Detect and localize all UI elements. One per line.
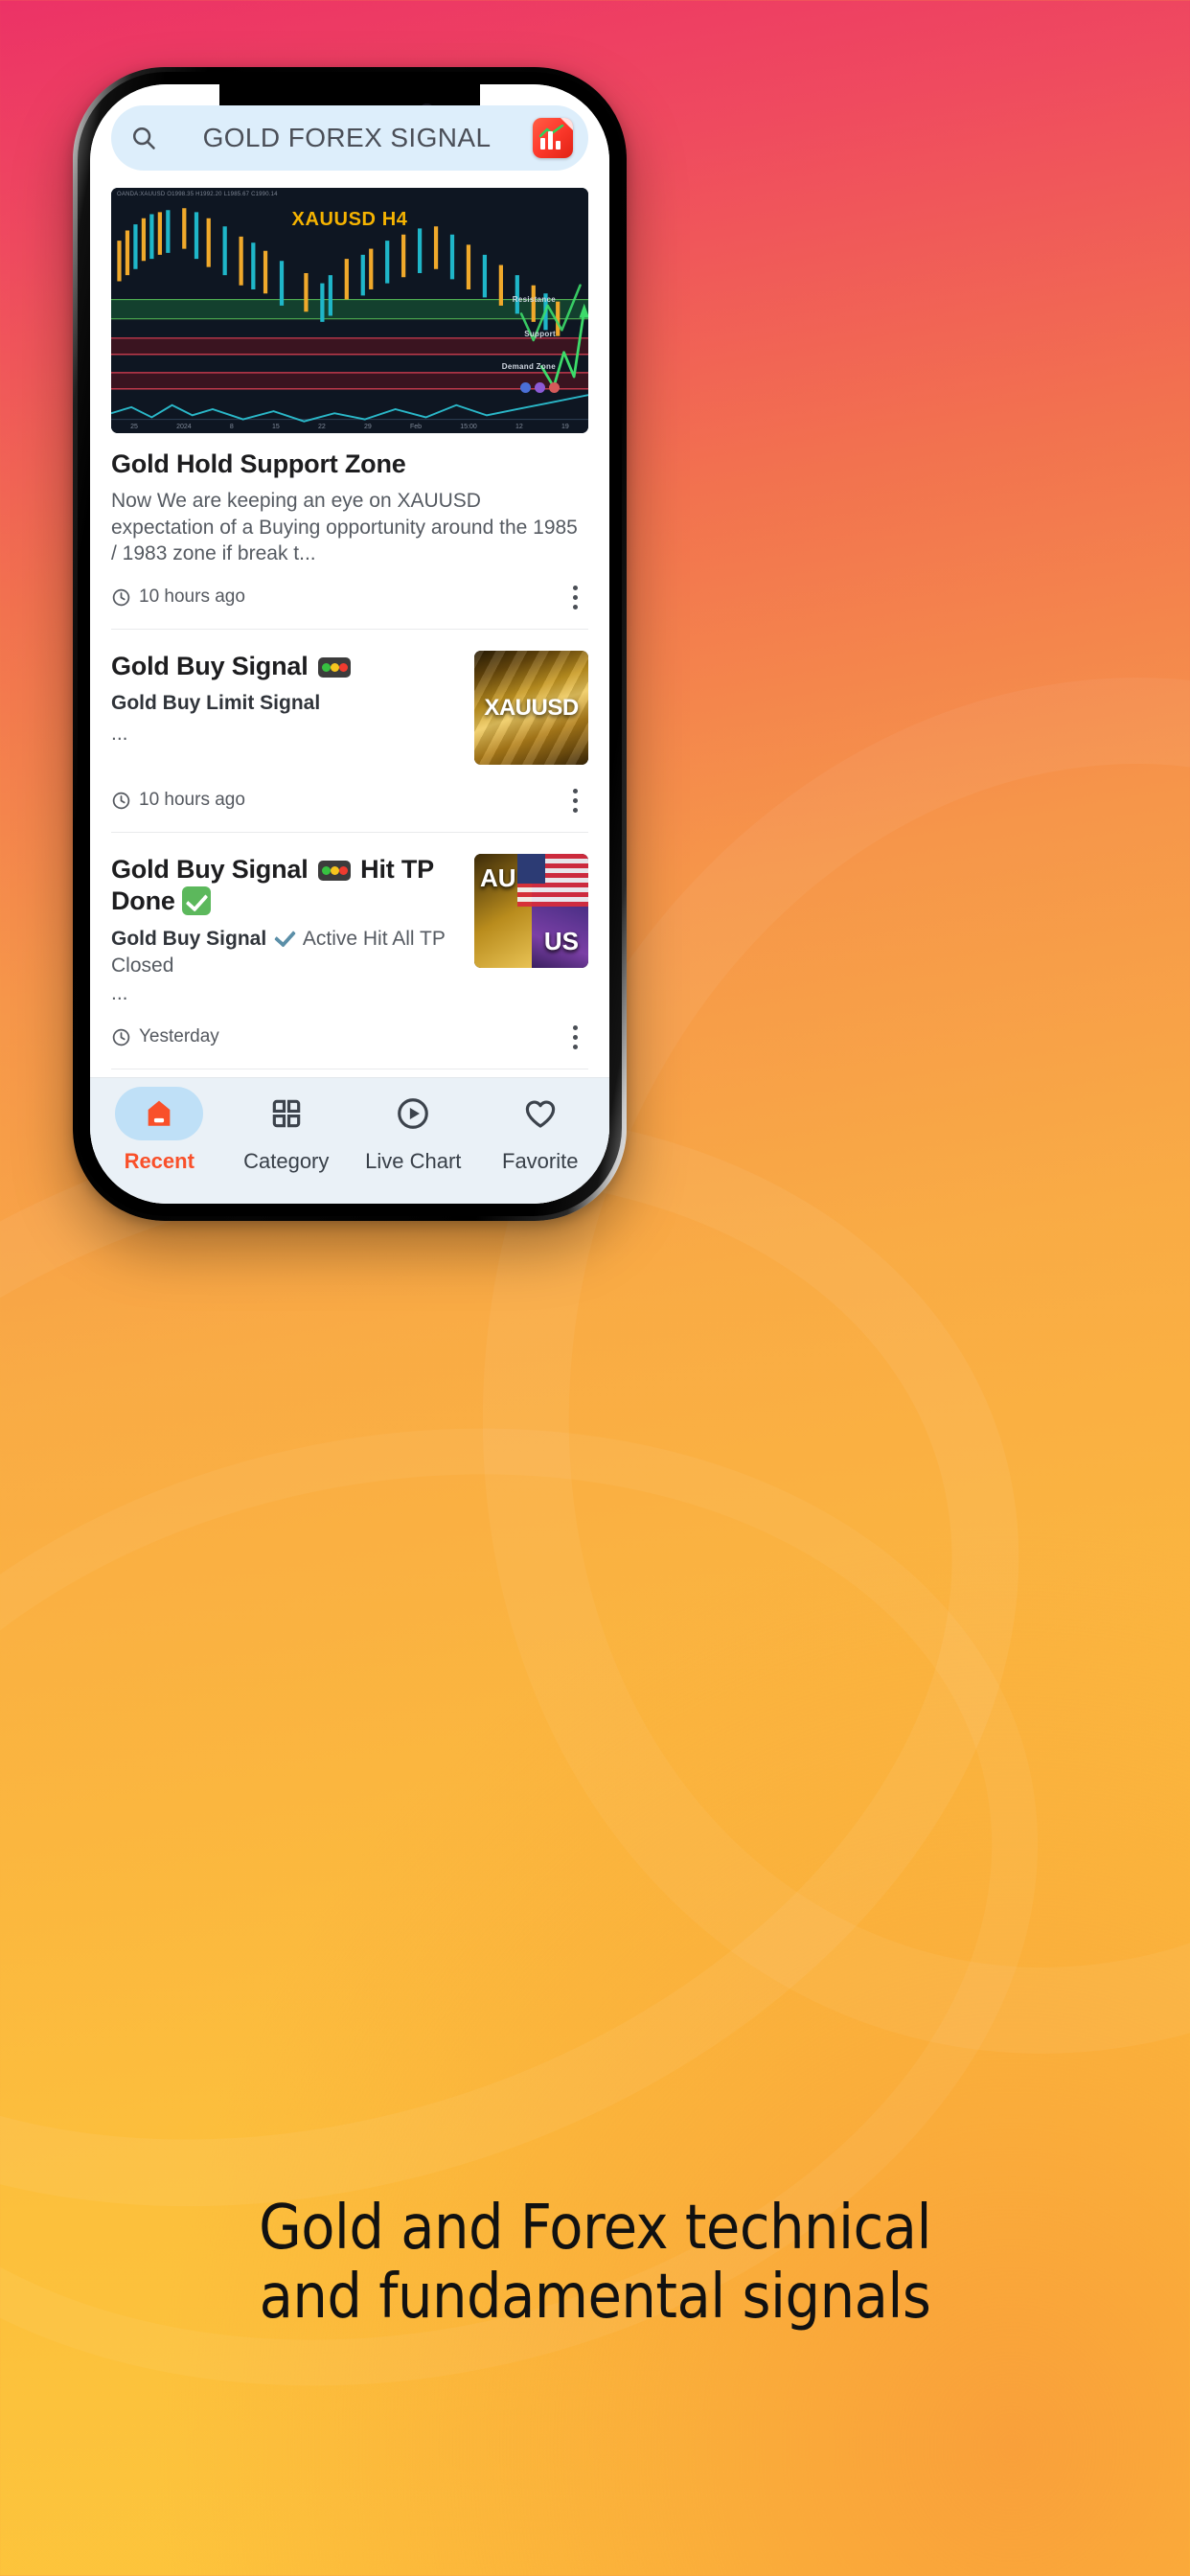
axis-tick: 12 bbox=[515, 424, 523, 430]
app-container: GOLD FOREX SIGNAL OANDA:XAUUSD O1998.35 … bbox=[90, 84, 609, 1204]
traffic-light-icon bbox=[317, 861, 351, 882]
heart-icon bbox=[525, 1100, 555, 1128]
nav-label-live-chart: Live Chart bbox=[365, 1149, 462, 1173]
clock-icon bbox=[112, 1028, 130, 1046]
nav-icon-wrap bbox=[522, 1087, 559, 1140]
snippet-strong-text: Gold Buy Signal bbox=[111, 927, 267, 950]
axis-tick: 15:00 bbox=[460, 424, 477, 430]
nav-item-recent[interactable]: Recent bbox=[96, 1087, 223, 1174]
nav-icon-wrap bbox=[395, 1087, 431, 1140]
article-text-column: Gold Buy Signal Hit TP Done Gold Buy Sig… bbox=[111, 854, 459, 1007]
chart-symbol-label: XAUUSD H4 bbox=[291, 209, 408, 230]
thumbnail-caption: XAUUSD bbox=[484, 694, 579, 721]
more-vertical-icon[interactable] bbox=[561, 1021, 588, 1053]
phone-screen: GOLD FOREX SIGNAL OANDA:XAUUSD O1998.35 … bbox=[90, 84, 609, 1204]
article-title[interactable]: Gold Buy Signal Hit TP Done bbox=[111, 854, 459, 917]
page-title: GOLD FOREX SIGNAL bbox=[202, 123, 492, 152]
article-text-column: Gold Buy Signal Gold Buy Limit Signal ..… bbox=[111, 651, 459, 747]
us-flag-canton bbox=[517, 854, 545, 885]
bottom-navigation-bar: Recent Category Live Chart Favorite bbox=[90, 1077, 609, 1204]
nav-label-recent: Recent bbox=[124, 1149, 195, 1173]
nav-icon-wrap bbox=[268, 1087, 305, 1140]
phone-device-frame: GOLD FOREX SIGNAL OANDA:XAUUSD O1998.35 … bbox=[73, 67, 627, 1221]
clock-icon bbox=[112, 588, 130, 606]
article-timestamp: 10 hours ago bbox=[111, 586, 245, 608]
article-thumbnail[interactable]: XAUUSD bbox=[474, 651, 588, 766]
axis-tick: 15 bbox=[271, 424, 280, 430]
phone-bezel: GOLD FOREX SIGNAL OANDA:XAUUSD O1998.35 … bbox=[78, 72, 622, 1216]
article-meta-row: 10 hours ago bbox=[111, 581, 588, 613]
axis-tick: 8 bbox=[229, 424, 234, 430]
axis-tick: 19 bbox=[561, 424, 569, 430]
article-meta-row: Yesterday bbox=[111, 1021, 588, 1053]
promo-caption-line-1: Gold and Forex technical bbox=[259, 2193, 931, 2264]
article-thumbnail[interactable]: AU US bbox=[474, 854, 588, 969]
list-item[interactable]: OANDA:XAUUSD O1998.35 H1992.20 L1985.67 … bbox=[90, 188, 609, 631]
axis-tick: 29 bbox=[363, 424, 372, 430]
article-meta-row: 10 hours ago bbox=[111, 784, 588, 816]
chart-zone-support: Support bbox=[524, 330, 556, 338]
article-title-text: Gold Buy Signal bbox=[111, 652, 309, 681]
search-bar[interactable]: GOLD FOREX SIGNAL bbox=[111, 105, 588, 171]
thumbnail-caption-right: US bbox=[543, 927, 579, 956]
axis-tick: 25 bbox=[130, 424, 138, 430]
nav-label-favorite: Favorite bbox=[502, 1149, 579, 1173]
white-check-mark-icon bbox=[182, 886, 212, 916]
chart-zone-resistance: Resistance bbox=[512, 295, 556, 304]
more-vertical-icon[interactable] bbox=[561, 784, 588, 816]
app-logo-icon[interactable] bbox=[533, 118, 573, 158]
list-item[interactable]: Gold Buy Signal Gold Buy Limit Signal ..… bbox=[90, 630, 609, 834]
grid-icon bbox=[272, 1099, 300, 1128]
article-snippet: Now We are keeping an eye on XAUUSD expe… bbox=[111, 489, 578, 565]
home-icon bbox=[148, 1100, 171, 1126]
article-row[interactable]: Gold Buy Signal Hit TP Done Gold Buy Sig… bbox=[111, 854, 588, 1007]
search-icon[interactable] bbox=[126, 121, 161, 155]
play-circle-icon bbox=[398, 1098, 429, 1129]
active-tab-pill bbox=[115, 1087, 204, 1140]
chart-time-axis: 25 2024 8 15 22 29 Feb 15:00 12 19 bbox=[111, 424, 588, 430]
nav-item-live-chart[interactable]: Live Chart bbox=[350, 1087, 477, 1174]
more-vertical-icon[interactable] bbox=[561, 581, 588, 613]
article-snippet: Gold Buy Signal Active Hit All TP Closed bbox=[111, 925, 459, 978]
timestamp-text: 10 hours ago bbox=[139, 586, 245, 608]
nav-icon-wrap bbox=[115, 1087, 204, 1140]
list-item[interactable]: Gold Reach The Support Zone XAUUSD H4 bbox=[90, 1070, 609, 1077]
article-thumbnail[interactable]: OANDA:XAUUSD O1998.35 H1992.20 L1985.67 … bbox=[111, 188, 588, 433]
thumbnail-caption-left: AU bbox=[480, 863, 516, 893]
nav-label-category: Category bbox=[243, 1149, 330, 1173]
promo-caption: Gold and Forex technical and fundamental… bbox=[0, 2193, 1190, 2333]
promo-caption-line-2: and fundamental signals bbox=[259, 2261, 931, 2333]
article-title[interactable]: Gold Buy Signal bbox=[111, 651, 459, 682]
axis-tick: Feb bbox=[409, 424, 423, 430]
axis-tick: 22 bbox=[317, 424, 326, 430]
nav-item-category[interactable]: Category bbox=[223, 1087, 351, 1174]
article-snippet-more: ... bbox=[111, 722, 128, 745]
nav-item-favorite[interactable]: Favorite bbox=[477, 1087, 605, 1174]
chart-zone-demand: Demand Zone bbox=[501, 362, 556, 371]
chart-legend-dots bbox=[520, 382, 560, 393]
axis-tick: 2024 bbox=[176, 424, 192, 430]
article-timestamp: Yesterday bbox=[111, 1026, 219, 1047]
chart-ticker-label: OANDA:XAUUSD O1998.35 H1992.20 L1985.67 … bbox=[117, 192, 278, 197]
article-feed[interactable]: OANDA:XAUUSD O1998.35 H1992.20 L1985.67 … bbox=[90, 171, 609, 1077]
article-snippet: Gold Buy Limit Signal bbox=[111, 692, 321, 715]
traffic-light-icon bbox=[317, 657, 351, 678]
list-item[interactable]: Gold Buy Signal Hit TP Done Gold Buy Sig… bbox=[90, 833, 609, 1070]
article-timestamp: 10 hours ago bbox=[111, 790, 245, 811]
check-mark-icon bbox=[272, 925, 297, 950]
timestamp-text: 10 hours ago bbox=[139, 790, 245, 811]
article-title-text: Gold Buy Signal bbox=[111, 855, 309, 885]
clock-icon bbox=[112, 792, 130, 809]
article-snippet-more: ... bbox=[111, 982, 128, 1005]
article-row[interactable]: Gold Buy Signal Gold Buy Limit Signal ..… bbox=[111, 651, 588, 766]
timestamp-text: Yesterday bbox=[139, 1026, 219, 1047]
article-title[interactable]: Gold Hold Support Zone bbox=[111, 448, 588, 480]
